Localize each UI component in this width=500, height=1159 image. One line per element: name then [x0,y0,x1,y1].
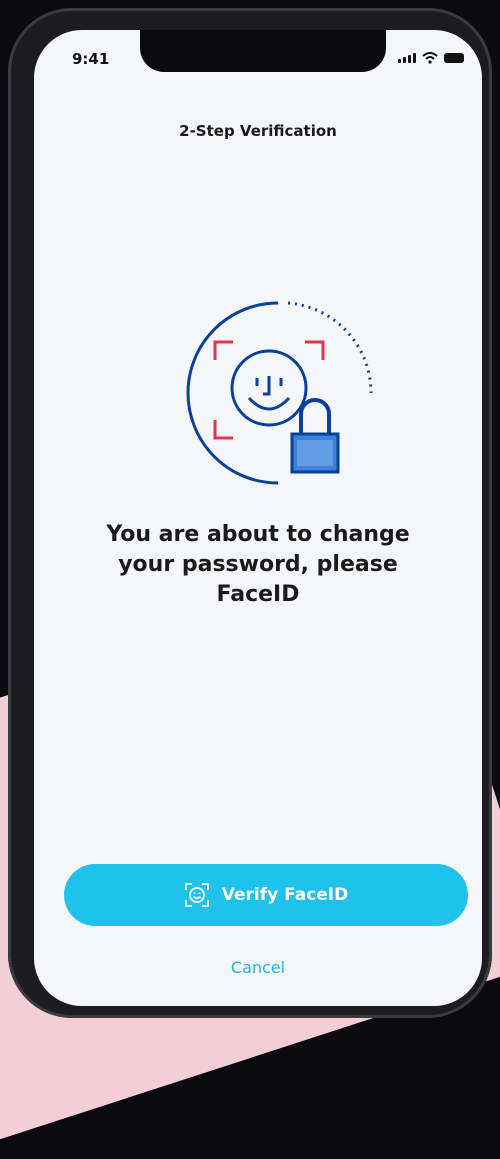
verify-button-label: Verify FaceID [221,885,349,905]
status-icons [398,52,464,64]
cancel-link[interactable]: Cancel [34,958,482,977]
notch [140,30,386,72]
phone-screen: 9:41 2-Step Verification You are about t… [34,30,482,1006]
verification-message: You are about to change your password, p… [106,522,410,607]
face-scan-icon [184,883,209,907]
status-time: 9:41 [72,50,110,68]
face-id-lock-icon [186,301,373,485]
phone-frame: 9:41 2-Step Verification You are about t… [8,8,492,1018]
verify-faceid-button[interactable]: Verify FaceID [64,864,468,926]
signal-icon [398,53,416,63]
page-title: 2-Step Verification [179,122,337,140]
wifi-icon [422,52,438,64]
battery-icon [444,53,464,63]
